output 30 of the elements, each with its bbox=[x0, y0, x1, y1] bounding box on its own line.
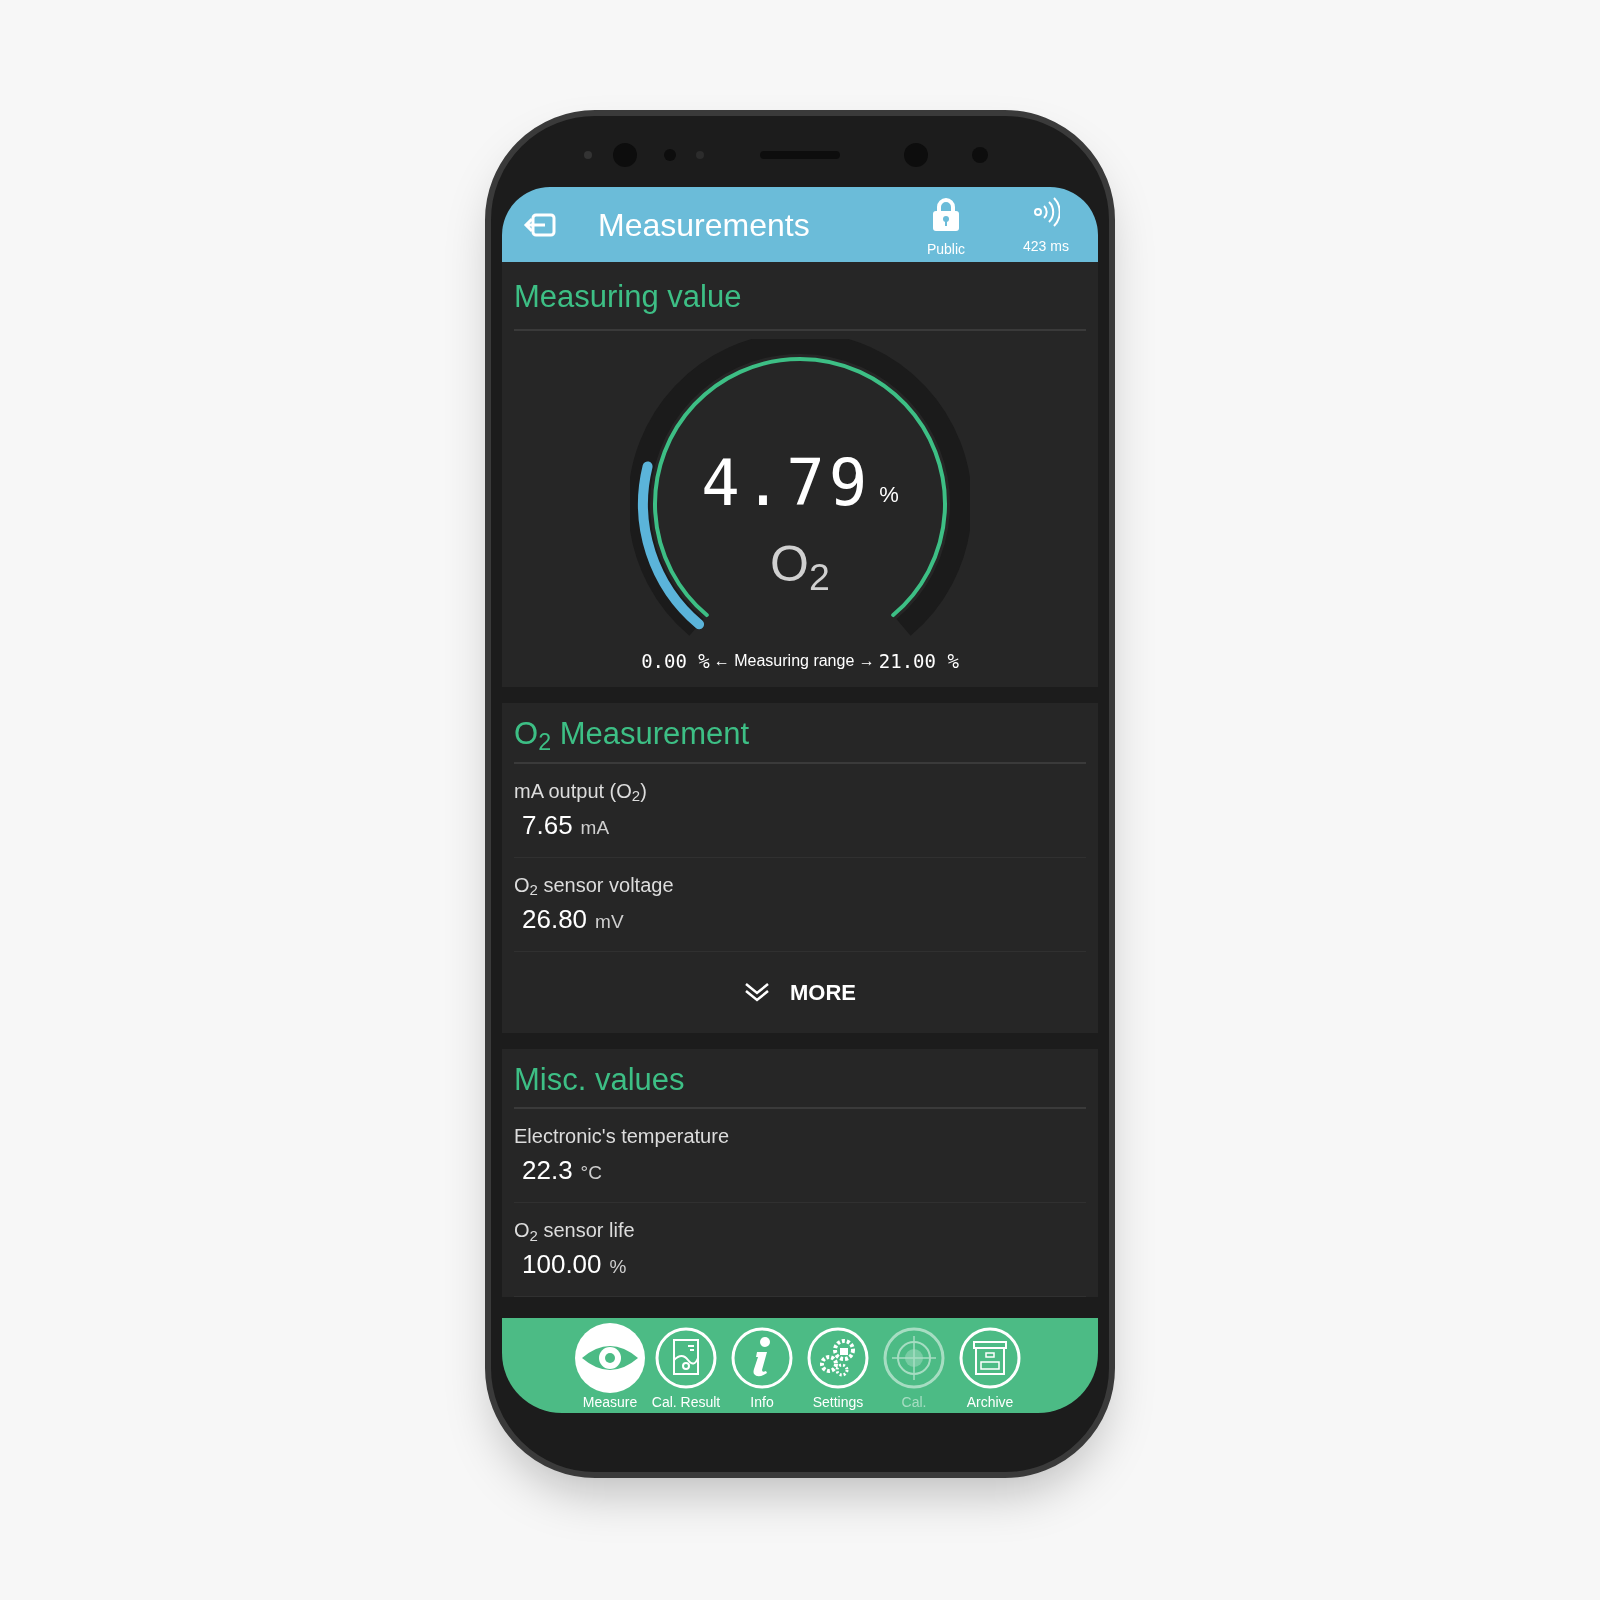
value-unit: mV bbox=[595, 909, 624, 934]
value-reading: 7.65 bbox=[522, 808, 573, 842]
gas-label: O$_{2}$ bbox=[770, 535, 830, 592]
value-reading: 22.3 bbox=[522, 1154, 573, 1187]
value-label: O$_{2}$ sensor life bbox=[514, 1218, 636, 1245]
value-unit: mA bbox=[580, 815, 610, 840]
value-label: O$_{2}$ sensor voltage bbox=[514, 872, 675, 900]
section-title: Measuring value bbox=[514, 262, 1086, 331]
screen-title: Measurements bbox=[598, 205, 811, 245]
more-button[interactable]: MORE bbox=[744, 951, 856, 1033]
gauge-value: 4.79 bbox=[701, 450, 872, 515]
nav-tab[interactable]: Settings bbox=[803, 1322, 873, 1413]
section-title: O$_{2}$ Measurement bbox=[514, 703, 1086, 764]
range-label: ← Measuring range → bbox=[713, 650, 875, 671]
nav-tab[interactable]: Cal. Result bbox=[651, 1322, 721, 1413]
access-label: Public bbox=[926, 240, 966, 259]
nav-tab[interactable]: Archive bbox=[955, 1322, 1025, 1413]
value-unit: % bbox=[609, 1255, 627, 1279]
gauge-unit: % bbox=[879, 480, 899, 509]
range-min: 0.00 % bbox=[641, 648, 710, 674]
nav-tab[interactable]: Info bbox=[727, 1322, 797, 1413]
latency-label: 423 ms bbox=[1023, 237, 1069, 256]
value-reading: 100.00 bbox=[522, 1248, 602, 1281]
nav-tab[interactable]: Measure bbox=[575, 1322, 645, 1413]
value-unit: °C bbox=[580, 1161, 602, 1185]
value-label: mA output (O$_{2}$) bbox=[514, 778, 648, 806]
range-max: 21.00 % bbox=[878, 648, 959, 674]
section-title: Misc. values bbox=[514, 1048, 1086, 1109]
value-reading: 26.80 bbox=[522, 902, 588, 936]
value-label: Electronic's temperature bbox=[514, 1124, 731, 1149]
